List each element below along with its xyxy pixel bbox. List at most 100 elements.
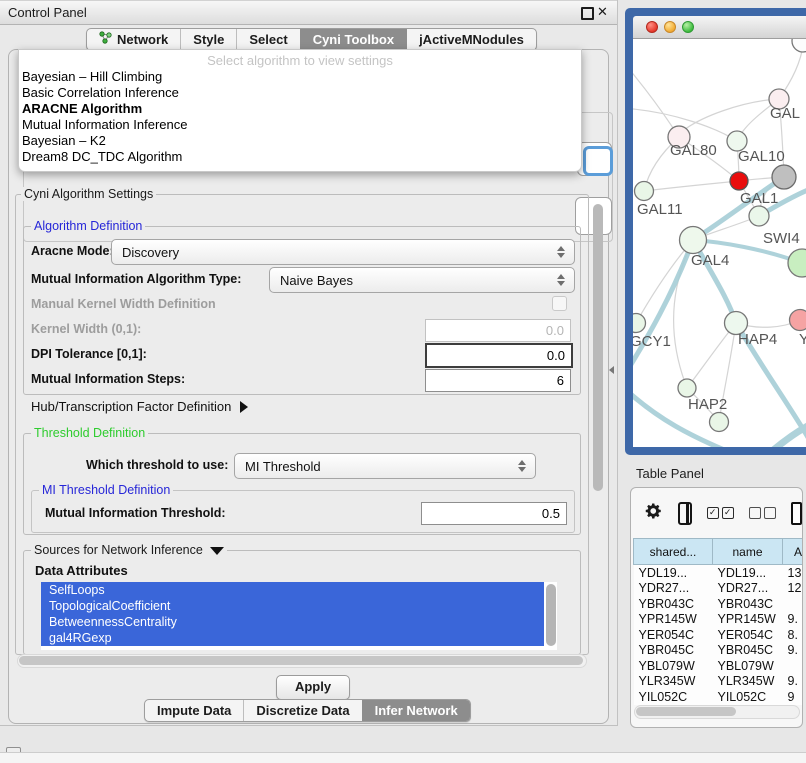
table-hscrollbar-thumb[interactable] — [636, 707, 736, 716]
table-row[interactable]: YDR27...YDR27...12 — [634, 581, 804, 597]
select-all-checkboxes-icon[interactable]: ✓✓ — [707, 507, 734, 519]
dropdown-item[interactable]: Bayesian – K2 — [21, 133, 577, 149]
gear-icon[interactable] — [645, 502, 663, 525]
dropdown-item[interactable]: Bayesian – Hill Climbing — [21, 69, 577, 85]
kernel-width-field[interactable]: 0.0 — [425, 319, 571, 342]
mi-type-label: Mutual Information Algorithm Type: — [31, 272, 241, 286]
node-hap2[interactable] — [678, 379, 696, 397]
tab-cyni-toolbox[interactable]: Cyni Toolbox — [300, 29, 406, 50]
table-row[interactable]: YPR145WYPR145W9. — [634, 612, 804, 628]
table-row[interactable]: YBR043CYBR043C — [634, 596, 804, 612]
settings-scrollbar-thumb[interactable] — [593, 204, 603, 491]
node-gal11[interactable] — [635, 182, 654, 201]
node-label: GAL10 — [738, 148, 785, 165]
panel-splitter-handle[interactable] — [609, 366, 614, 374]
table-row[interactable]: YLR345WYLR345W9. — [634, 674, 804, 690]
hub-factor-expander[interactable]: Hub/Transcription Factor Definition — [31, 399, 248, 414]
settings-scrollbar-track[interactable] — [591, 197, 605, 653]
data-attributes-label: Data Attributes — [35, 563, 128, 578]
mi-type-combo[interactable]: Naive Bayes — [269, 267, 575, 293]
dropdown-item[interactable]: Mutual Information Inference — [21, 117, 577, 133]
dpi-tolerance-field[interactable]: 0.0 — [425, 343, 573, 368]
dropdown-placeholder: Select algorithm to view settings — [19, 53, 581, 68]
settings-hscrollbar-track[interactable] — [17, 654, 587, 668]
minimize-traffic-light-icon[interactable] — [664, 21, 676, 33]
split-pane-icon[interactable] — [678, 502, 692, 525]
zoom-traffic-light-icon[interactable] — [682, 21, 694, 33]
collapse-down-icon — [210, 547, 224, 555]
node-label: GCY1 — [633, 333, 671, 350]
mi-steps-label: Mutual Information Steps: — [31, 372, 185, 386]
aracne-mode-value: Discovery — [112, 245, 552, 260]
stepper-icon — [513, 460, 531, 472]
column-header-shared[interactable]: shared... — [634, 539, 713, 565]
column-header-name[interactable]: name — [713, 539, 783, 565]
table-row[interactable]: YDL19...YDL19...13 — [634, 565, 804, 581]
which-threshold-value: MI Threshold — [235, 459, 513, 474]
aracne-mode-combo[interactable]: Discovery — [111, 239, 575, 265]
apply-button[interactable]: Apply — [276, 675, 350, 700]
manual-kernel-checkbox[interactable] — [552, 296, 567, 311]
tab-impute-data[interactable]: Impute Data — [145, 700, 243, 721]
node[interactable] — [792, 39, 806, 52]
node-table: shared... name A YDL19...YDL19...13 YDR2… — [633, 538, 803, 705]
bottom-tabbar: Impute Data Discretize Data Infer Networ… — [144, 699, 471, 722]
table-row[interactable]: YBR045CYBR045C9. — [634, 643, 804, 659]
node-y[interactable] — [790, 310, 806, 331]
node[interactable] — [749, 206, 769, 226]
algorithm-definition-title: Algorithm Definition — [31, 219, 145, 233]
tab-infer-network[interactable]: Infer Network — [362, 700, 470, 721]
settings-hscrollbar-thumb[interactable] — [19, 656, 583, 665]
network-canvas[interactable]: GAL GAL80 GAL10 GAL1 GAL11 GAL4 SWI4 GCY… — [633, 39, 806, 447]
which-threshold-combo[interactable]: MI Threshold — [234, 453, 536, 479]
tab-discretize-data[interactable]: Discretize Data — [243, 700, 361, 721]
list-item[interactable]: BetweennessCentrality — [41, 614, 544, 630]
table-row[interactable]: YIL052CYIL052C9 — [634, 689, 804, 705]
tab-select[interactable]: Select — [236, 29, 299, 50]
node-swi4[interactable] — [788, 249, 806, 277]
node-gal1[interactable] — [730, 172, 748, 190]
dropdown-item[interactable]: Dream8 DC_TDC Algorithm — [21, 149, 577, 165]
page-icon[interactable] — [791, 502, 802, 525]
dropdown-list: Bayesian – Hill Climbing Basic Correlati… — [21, 69, 577, 165]
close-icon[interactable]: ✕ — [597, 4, 608, 20]
list-item[interactable]: SelfLoops — [41, 582, 544, 598]
stepper-icon — [552, 246, 570, 258]
tab-network[interactable]: Network — [87, 29, 180, 50]
table-hscrollbar-track[interactable] — [634, 705, 800, 719]
node-gray[interactable] — [772, 165, 796, 189]
sources-group-title[interactable]: Sources for Network Inference — [31, 543, 227, 557]
network-window-titlebar[interactable] — [633, 16, 806, 39]
expand-right-icon — [240, 401, 248, 413]
node-label: GAL4 — [691, 252, 729, 269]
table-row[interactable]: YER054CYER054C8. — [634, 627, 804, 643]
mi-threshold-field[interactable]: 0.5 — [421, 502, 567, 525]
kernel-width-label: Kernel Width (0,1): — [31, 322, 141, 336]
deselect-all-checkboxes-icon[interactable]: ✓✓ — [749, 507, 776, 519]
close-traffic-light-icon[interactable] — [646, 21, 658, 33]
tab-jactivemnodules[interactable]: jActiveMNodules — [406, 29, 536, 50]
which-threshold-label: Which threshold to use: — [86, 458, 228, 472]
column-header-partial[interactable]: A — [783, 539, 804, 565]
node-gcy1[interactable] — [633, 314, 646, 333]
node-label: GAL1 — [740, 190, 778, 207]
node-label: SWI4 — [763, 230, 800, 247]
dpi-tolerance-label: DPI Tolerance [0,1]: — [31, 347, 147, 361]
list-scrollbar-thumb[interactable] — [546, 584, 556, 646]
table-panel-title: Table Panel — [636, 466, 704, 481]
float-window-icon[interactable] — [581, 7, 594, 20]
node-label: Y — [799, 331, 806, 348]
node-gal4[interactable] — [680, 227, 707, 254]
mi-threshold-group-title: MI Threshold Definition — [39, 483, 173, 497]
table-row[interactable]: YBL079WYBL079W — [634, 658, 804, 674]
node[interactable] — [710, 413, 729, 432]
tab-style[interactable]: Style — [180, 29, 236, 50]
control-panel-titlebar[interactable]: Control Panel ✕ — [0, 0, 617, 25]
manual-kernel-label: Manual Kernel Width Definition — [31, 297, 216, 311]
dropdown-item[interactable]: Basic Correlation Inference — [21, 85, 577, 101]
list-item[interactable]: TopologicalCoefficient — [41, 598, 544, 614]
dropdown-item[interactable]: ARACNE Algorithm — [21, 101, 577, 117]
mi-steps-field[interactable]: 6 — [425, 369, 571, 392]
node-label: GAL — [770, 105, 800, 122]
list-item[interactable]: gal4RGexp — [41, 630, 544, 646]
